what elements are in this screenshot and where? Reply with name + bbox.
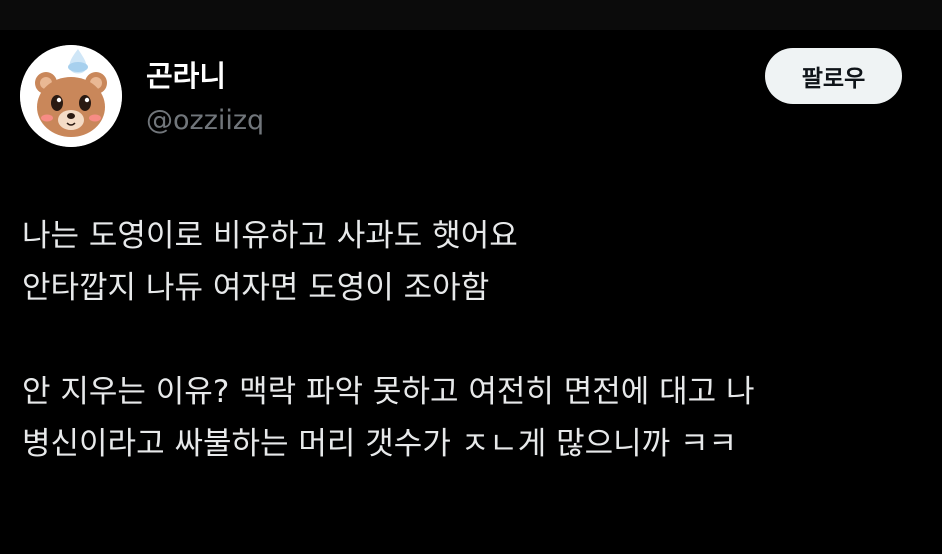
bear-avatar-icon xyxy=(20,45,122,147)
user-handle[interactable]: @ozziizq xyxy=(146,104,264,138)
follow-button[interactable]: 팔로우 xyxy=(765,48,902,104)
tweet-line: 병신이라고 싸불하는 머리 갯수가 ㅈㄴ게 많으니까 ㅋㅋ xyxy=(22,426,738,462)
paragraph-break xyxy=(22,314,922,366)
avatar[interactable] xyxy=(20,45,122,147)
tweet-line: 나는 도영이로 비유하고 사과도 햇어요 xyxy=(22,218,518,254)
tweet-text: 나는 도영이로 비유하고 사과도 햇어요 안타깝지 나듀 여자면 도영이 조아함… xyxy=(22,210,922,470)
display-name[interactable]: 곤라니 xyxy=(146,58,226,94)
top-bar xyxy=(0,0,942,30)
tweet-line: 안타깝지 나듀 여자면 도영이 조아함 xyxy=(22,270,490,306)
tweet-line: 안 지우는 이유? 맥락 파악 못하고 여전히 면전에 대고 나 xyxy=(22,374,755,410)
